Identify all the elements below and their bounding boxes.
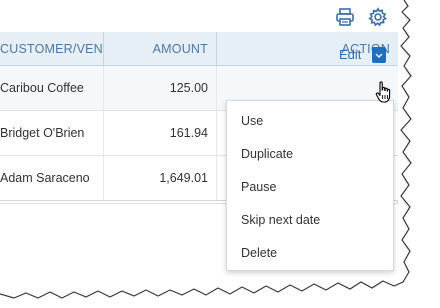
hand-cursor-icon — [375, 80, 393, 104]
action-dropdown-menu: Use Duplicate Pause Skip next date Delet… — [226, 100, 394, 271]
column-header-customer[interactable]: CUSTOMER/VEN — [0, 32, 104, 66]
customer-cell: Adam Saraceno — [0, 156, 104, 200]
amount-cell: 125.00 — [104, 66, 217, 110]
amount-cell: 1,649.01 — [104, 156, 217, 200]
gear-icon[interactable] — [367, 6, 389, 28]
menu-item-use[interactable]: Use — [227, 105, 393, 138]
chevron-down-icon — [375, 53, 383, 58]
recurring-transactions-panel: CUSTOMER/VEN AMOUNT ACTION Caribou Coffe… — [0, 0, 404, 282]
printer-icon[interactable] — [334, 6, 356, 28]
menu-item-pause[interactable]: Pause — [227, 171, 393, 204]
amount-cell: 161.94 — [104, 111, 217, 155]
action-dropdown-button[interactable] — [372, 47, 386, 63]
column-header-action: ACTION — [341, 42, 390, 56]
menu-item-delete[interactable]: Delete — [227, 237, 393, 270]
customer-cell: Caribou Coffee — [0, 66, 104, 110]
menu-item-skip-next-date[interactable]: Skip next date — [227, 204, 393, 237]
edit-link[interactable]: Edit — [339, 47, 361, 62]
menu-item-duplicate[interactable]: Duplicate — [227, 138, 393, 171]
column-header-amount[interactable]: AMOUNT — [104, 32, 217, 66]
customer-cell: Bridget O'Brien — [0, 111, 104, 155]
